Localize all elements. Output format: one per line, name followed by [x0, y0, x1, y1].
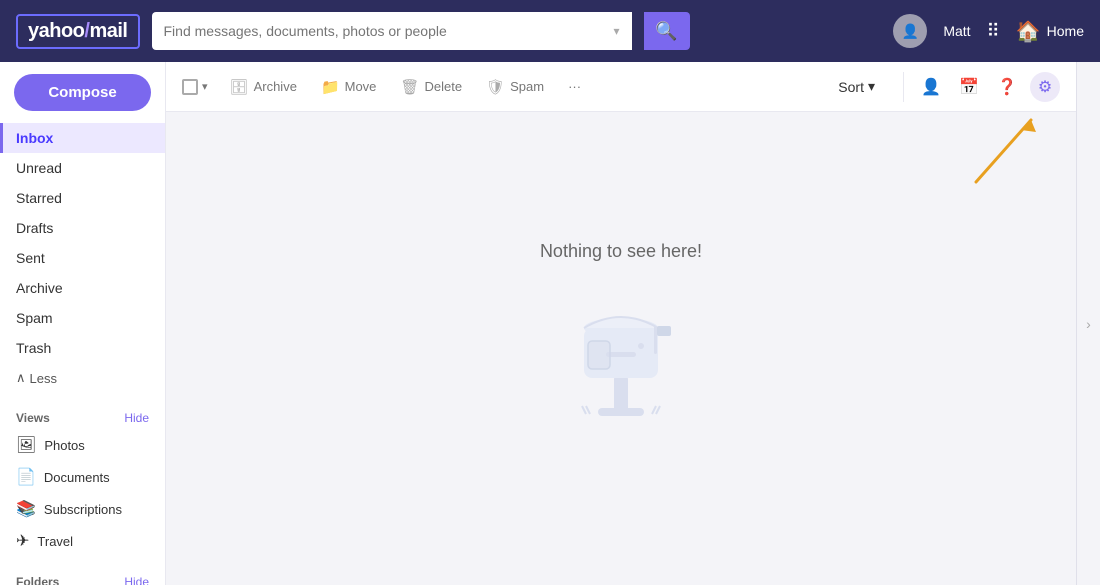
views-section-header: Views Hide — [0, 401, 165, 429]
search-bar: ▾ — [152, 12, 632, 50]
sidebar-item-unread[interactable]: Unread — [0, 153, 165, 183]
photos-icon: 🖼 — [16, 435, 36, 455]
subscriptions-icon: 📚 — [16, 499, 36, 519]
folders-section-header: Folders Hide — [0, 565, 165, 585]
move-icon: 📁 — [321, 78, 340, 96]
apps-grid-icon[interactable]: ⠿ — [987, 21, 1000, 42]
toolbar: ▾ 🗄 Archive 📁 Move 🗑 Delete 🛡 Spam ··· — [166, 62, 1076, 112]
sidebar-item-drafts[interactable]: Drafts — [0, 213, 165, 243]
compose-button[interactable]: Compose — [14, 74, 151, 111]
yahoo-mail-logo[interactable]: yahoo/mail — [16, 14, 140, 49]
sidebar-item-starred[interactable]: Starred — [0, 183, 165, 213]
home-button[interactable]: 🏠 Home — [1016, 19, 1084, 44]
folders-hide-button[interactable]: Hide — [124, 575, 149, 585]
spam-icon: 🛡 — [486, 78, 505, 96]
travel-icon: ✈ — [16, 531, 29, 551]
settings-button[interactable]: ⚙ — [1030, 72, 1060, 102]
contacts-icon-button[interactable]: 👤 — [916, 72, 946, 102]
sidebar-item-travel[interactable]: ✈ Travel — [0, 525, 165, 557]
home-icon: 🏠 — [1016, 19, 1041, 44]
calendar-icon: 📅 — [959, 77, 979, 97]
archive-button[interactable]: 🗄 Archive — [220, 73, 307, 101]
sidebar-item-spam[interactable]: Spam — [0, 303, 165, 333]
content-area: ▾ 🗄 Archive 📁 Move 🗑 Delete 🛡 Spam ··· — [166, 62, 1076, 585]
sidebar-item-archive[interactable]: Archive — [0, 273, 165, 303]
empty-state: Nothing to see here! — [166, 112, 1076, 585]
chevron-down-icon[interactable]: ▾ — [202, 80, 208, 93]
chevron-up-icon: ∧ — [16, 370, 26, 386]
contacts-icon: 👤 — [921, 77, 941, 97]
sidebar-item-inbox[interactable]: Inbox — [0, 123, 165, 153]
chevron-down-icon: ▾ — [613, 24, 619, 38]
sort-chevron-icon: ▾ — [868, 78, 875, 95]
avatar: 👤 — [893, 14, 927, 48]
select-all-checkbox[interactable] — [182, 79, 198, 95]
folders-label: Folders — [16, 575, 59, 585]
toolbar-icon-group: 👤 📅 ❓ ⚙ — [903, 72, 1060, 102]
views-label: Views — [16, 411, 50, 425]
sidebar-item-sent[interactable]: Sent — [0, 243, 165, 273]
documents-icon: 📄 — [16, 467, 36, 487]
archive-icon: 🗄 — [230, 78, 249, 96]
more-button[interactable]: ··· — [558, 74, 591, 99]
sidebar-item-photos[interactable]: 🖼 Photos — [0, 429, 165, 461]
email-list: Nothing to see here! — [166, 112, 1076, 585]
sidebar-item-trash[interactable]: Trash — [0, 333, 165, 363]
search-button[interactable]: 🔍 — [644, 12, 690, 50]
user-name: Matt — [943, 23, 970, 39]
header: yahoo/mail ▾ 🔍 👤 Matt ⠿ 🏠 Home — [0, 0, 1100, 62]
main-layout: Compose Inbox Unread Starred Drafts Sent… — [0, 62, 1100, 585]
delete-button[interactable]: 🗑 Delete — [390, 73, 472, 101]
sidebar-item-documents[interactable]: 📄 Documents — [0, 461, 165, 493]
chevron-right-icon: › — [1086, 316, 1091, 332]
empty-message: Nothing to see here! — [540, 241, 702, 262]
header-right: 👤 Matt ⠿ 🏠 Home — [893, 14, 1084, 48]
select-all-checkbox-wrapper[interactable]: ▾ — [182, 79, 208, 95]
help-icon: ❓ — [997, 77, 1017, 97]
home-label: Home — [1047, 23, 1084, 39]
search-input[interactable] — [164, 23, 606, 39]
less-button[interactable]: ∧ Less — [0, 363, 165, 393]
calendar-icon-button[interactable]: 📅 — [954, 72, 984, 102]
right-panel-toggle[interactable]: › — [1076, 62, 1100, 585]
sidebar: Compose Inbox Unread Starred Drafts Sent… — [0, 62, 166, 585]
help-icon-button[interactable]: ❓ — [992, 72, 1022, 102]
sort-button[interactable]: Sort ▾ — [826, 73, 887, 100]
delete-icon: 🗑 — [400, 78, 419, 96]
views-hide-button[interactable]: Hide — [124, 411, 149, 425]
spam-button[interactable]: 🛡 Spam — [476, 73, 554, 101]
move-button[interactable]: 📁 Move — [311, 73, 386, 101]
mailbox-illustration — [556, 286, 686, 416]
sidebar-item-subscriptions[interactable]: 📚 Subscriptions — [0, 493, 165, 525]
gear-icon: ⚙ — [1038, 77, 1052, 97]
